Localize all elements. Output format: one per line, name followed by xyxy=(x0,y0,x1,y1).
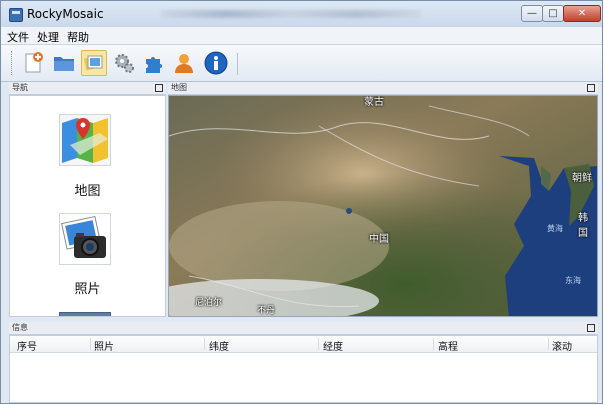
user-button[interactable] xyxy=(171,50,197,76)
table-header: 序号 照片 纬度 经度 高程 滚动 xyxy=(10,336,597,353)
map-panel-restore-icon[interactable] xyxy=(587,84,595,92)
open-folder-icon xyxy=(54,57,74,71)
image-stack-icon xyxy=(83,55,103,71)
map-icon xyxy=(60,115,110,165)
plugin-puzzle-icon xyxy=(146,57,162,73)
camera-photo-icon xyxy=(61,215,106,258)
column-divider[interactable] xyxy=(204,338,205,350)
new-project-button[interactable] xyxy=(21,50,47,76)
blurred-title-region xyxy=(161,10,421,18)
map-label-mongolia: 蒙古 xyxy=(364,97,384,108)
column-divider[interactable] xyxy=(90,338,91,350)
info-panel-restore-icon[interactable] xyxy=(587,324,595,332)
nav-panel: 地图 照片 xyxy=(9,95,166,317)
column-header-elevation[interactable]: 高程 xyxy=(438,338,458,353)
info-icon xyxy=(204,51,228,75)
photo-nav-label: 照片 xyxy=(74,282,101,297)
info-panel-title: 信息 xyxy=(12,323,28,332)
nav-panel-title: 导航 xyxy=(12,83,28,92)
map-label-bhutan: 不丹 xyxy=(257,306,276,316)
map-panel-header: 地图 xyxy=(168,82,598,95)
satellite-map[interactable]: 蒙古 中国 朝鲜 韩国 黄海 东海 尼泊尔 不丹 xyxy=(168,95,598,317)
column-header-roll[interactable]: 滚动 xyxy=(552,338,572,353)
open-folder-button[interactable] xyxy=(51,50,77,76)
map-label-south-korea: 韩国 xyxy=(578,213,588,239)
window-title: RockyMosaic xyxy=(27,7,104,21)
info-table: 序号 照片 纬度 经度 高程 滚动 xyxy=(9,335,598,403)
image-stack-button[interactable] xyxy=(81,50,107,76)
toolbar-separator xyxy=(237,53,238,75)
info-panel-header: 信息 xyxy=(9,322,598,335)
new-project-icon xyxy=(25,52,43,73)
column-divider[interactable] xyxy=(548,338,549,350)
column-header-latitude[interactable]: 纬度 xyxy=(209,338,229,353)
nav-panel-restore-icon[interactable] xyxy=(155,84,163,92)
satellite-map-imagery xyxy=(169,96,597,316)
column-divider[interactable] xyxy=(433,338,434,350)
map-label-north-korea: 朝鲜 xyxy=(572,173,592,184)
minimize-button[interactable]: — xyxy=(521,5,543,22)
main-window: RockyMosaic — □ ✕ 文件 处理 帮助 导航 地图 照片 地图 蒙… xyxy=(0,0,603,404)
nav-panel-header: 导航 xyxy=(9,82,166,95)
menu-process[interactable]: 处理 xyxy=(37,29,59,45)
info-button[interactable] xyxy=(203,50,229,76)
settings-button[interactable] xyxy=(111,50,137,76)
settings-gears-icon xyxy=(115,54,134,73)
map-label-china: 中国 xyxy=(369,234,389,245)
menu-file[interactable]: 文件 xyxy=(7,29,29,45)
user-icon xyxy=(175,54,193,73)
maximize-button[interactable]: □ xyxy=(542,5,564,22)
title-bar[interactable]: RockyMosaic — □ ✕ xyxy=(1,1,602,27)
map-nav-button[interactable] xyxy=(59,114,111,166)
menu-bar: 文件 处理 帮助 xyxy=(1,27,602,45)
toolbar-grip[interactable] xyxy=(11,51,15,75)
toolbar xyxy=(1,45,602,82)
map-label-nepal: 尼泊尔 xyxy=(195,298,223,308)
column-header-longitude[interactable]: 经度 xyxy=(323,338,343,353)
column-header-photo[interactable]: 照片 xyxy=(94,338,114,353)
map-label-east-china-sea: 东海 xyxy=(565,276,581,285)
menu-help[interactable]: 帮助 xyxy=(67,29,89,45)
map-nav-label: 地图 xyxy=(74,184,101,199)
next-nav-tile-partial[interactable] xyxy=(59,312,111,316)
app-icon xyxy=(9,8,23,22)
plugin-button[interactable] xyxy=(141,50,167,76)
close-button[interactable]: ✕ xyxy=(563,5,601,22)
photo-nav-button[interactable] xyxy=(59,213,111,265)
column-header-index[interactable]: 序号 xyxy=(17,338,37,353)
column-divider[interactable] xyxy=(318,338,319,350)
map-panel-title: 地图 xyxy=(171,83,187,92)
map-label-yellow-sea: 黄海 xyxy=(547,224,563,233)
